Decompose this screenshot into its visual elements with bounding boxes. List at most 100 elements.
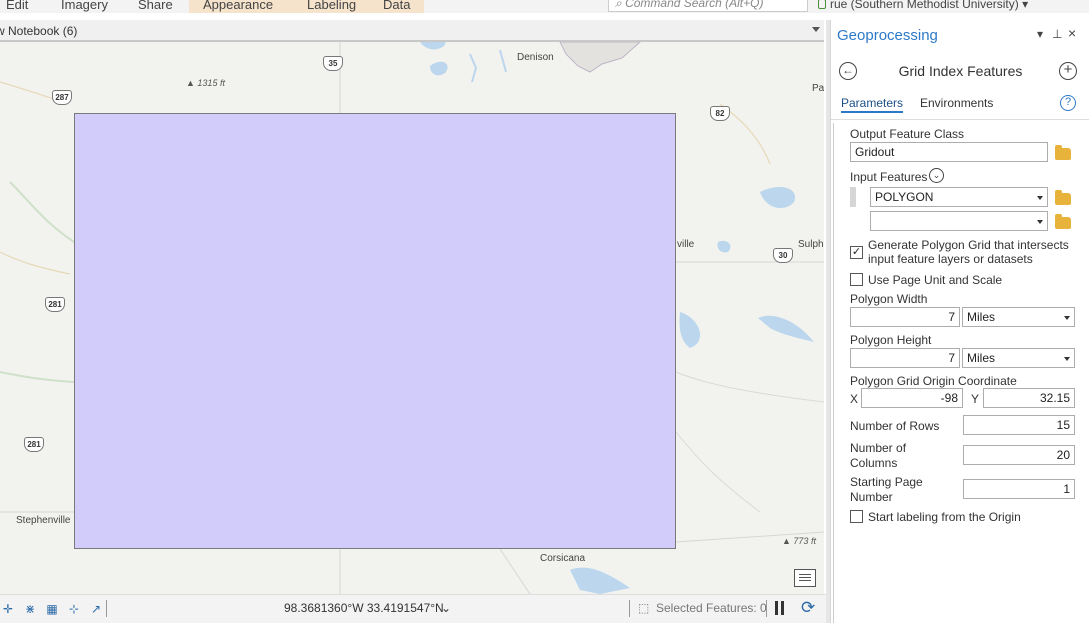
refresh-icon[interactable]: ⟳: [801, 598, 815, 618]
parameter-gutter: [833, 123, 834, 623]
add-icon[interactable]: +: [1059, 62, 1077, 80]
close-icon[interactable]: ×: [1068, 25, 1076, 41]
map-view[interactable]: Denison Stephenville Corsicana ville Sul…: [0, 42, 824, 594]
user-account[interactable]: rue (Southern Methodist University) ▾: [818, 0, 1028, 13]
north-arrow-icon[interactable]: ↗: [88, 602, 104, 616]
polygon-width-input[interactable]: 7: [850, 307, 960, 327]
place-label-ville: ville: [677, 239, 695, 250]
tab-share[interactable]: Share: [124, 0, 187, 13]
chevron-down-icon: ▾: [1022, 0, 1029, 11]
selected-features-count[interactable]: Selected Features: 0: [656, 601, 767, 615]
columns-input[interactable]: 20: [963, 445, 1075, 465]
tab-edit[interactable]: Edit: [0, 0, 42, 13]
tab-environments[interactable]: Environments: [920, 96, 993, 110]
tab-appearance[interactable]: Appearance: [189, 0, 293, 13]
route-shield: 35: [323, 56, 343, 71]
selection-icon: ⬚: [638, 601, 650, 615]
elevation-label: ▲ 773 ft: [782, 536, 816, 546]
origin-x-label: X: [850, 392, 859, 406]
use-page-unit-checkbox[interactable]: [850, 273, 863, 286]
attribute-table-button[interactable]: [794, 569, 816, 587]
chevron-down-icon[interactable]: ⌄: [929, 168, 944, 183]
geoprocessing-pane: Geoprocessing ▾ ⊥ × ← Grid Index Feature…: [830, 20, 1089, 623]
folder-icon[interactable]: [1055, 190, 1071, 205]
tab-parameters[interactable]: Parameters: [841, 96, 904, 113]
status-separator: [629, 600, 630, 617]
input-features-select-2[interactable]: [870, 211, 1048, 231]
use-page-unit-label: Use Page Unit and Scale: [868, 273, 1003, 287]
origin-x-input[interactable]: -98: [861, 388, 963, 408]
snapping-icon[interactable]: ⋇: [22, 602, 38, 616]
arcgis-pro-window: Edit Imagery Share Appearance Labeling D…: [0, 0, 1089, 623]
pane-title: Geoprocessing: [837, 27, 938, 44]
place-label-denison: Denison: [517, 52, 554, 63]
scale-icon[interactable]: ✛: [0, 602, 16, 616]
pane-options-icon[interactable]: ▾: [1037, 27, 1043, 41]
tab-overflow-icon[interactable]: [812, 27, 820, 32]
ribbon-tabs: Edit Imagery Share Appearance Labeling D…: [0, 0, 1089, 13]
map-view-tab[interactable]: w Notebook (6): [0, 24, 77, 38]
output-feature-class-input[interactable]: Gridout: [850, 142, 1048, 162]
input-features-label: Input Features: [850, 170, 928, 184]
place-label-sulph: Sulph: [798, 239, 824, 250]
tool-title: Grid Index Features: [898, 63, 1023, 79]
polygon-height-unit: Miles: [967, 351, 996, 365]
grid-polygon-feature[interactable]: [74, 113, 676, 549]
route-shield: 281: [45, 297, 65, 312]
label-from-origin-checkbox[interactable]: [850, 510, 863, 523]
place-label-corsicana: Corsicana: [540, 553, 586, 564]
dropdown-arrow-icon: [1064, 316, 1070, 320]
grid-icon[interactable]: ▦: [44, 602, 60, 616]
chevron-down-icon: ⌄: [441, 601, 452, 615]
polygon-height-unit-select[interactable]: Miles: [962, 348, 1075, 368]
dropdown-arrow-icon: [1037, 220, 1043, 224]
label-from-origin-label: Start labeling from the Origin: [868, 510, 1021, 524]
command-search-input[interactable]: ⌕ Command Search (Alt+Q): [608, 0, 808, 12]
polygon-width-label: Polygon Width: [850, 292, 928, 306]
command-search-placeholder: Command Search (Alt+Q): [625, 0, 764, 10]
tab-imagery[interactable]: Imagery: [47, 0, 122, 13]
map-view-tab-bar: w Notebook (6): [0, 20, 824, 42]
coordinate-readout: 98.3681360°W 33.4191547°N: [284, 601, 444, 615]
dropdown-arrow-icon: [1037, 196, 1043, 200]
polygon-width-unit: Miles: [967, 310, 996, 324]
origin-y-input[interactable]: 32.15: [983, 388, 1075, 408]
input-features-value-1: POLYGON: [875, 190, 934, 204]
search-icon: ⌕: [615, 0, 626, 10]
constraint-icon[interactable]: ⊹: [66, 602, 82, 616]
license-icon: [818, 0, 826, 9]
coordinate-format-dropdown[interactable]: ⌄: [441, 601, 451, 615]
tab-labeling[interactable]: Labeling: [293, 0, 369, 13]
route-shield: 82: [710, 106, 730, 121]
navigation-tools: ✛ ⋇ ▦ ⊹ ↗: [0, 601, 104, 617]
place-label-pa: Pa: [812, 83, 824, 94]
user-name: rue (Southern Methodist University): [830, 0, 1019, 11]
starting-page-input[interactable]: 1: [963, 479, 1075, 499]
status-separator: [766, 600, 767, 617]
output-feature-class-label: Output Feature Class: [850, 127, 965, 141]
route-shield: 281: [24, 437, 44, 452]
elevation-label: ▲ 1315 ft: [186, 78, 225, 88]
folder-icon[interactable]: [1055, 145, 1071, 160]
pause-drawing-button[interactable]: [774, 601, 786, 615]
input-features-select-1[interactable]: POLYGON: [870, 187, 1048, 207]
rows-label: Number of Rows: [850, 419, 940, 433]
help-icon[interactable]: ?: [1060, 95, 1076, 111]
status-separator: [106, 600, 107, 617]
polygon-height-input[interactable]: 7: [850, 348, 960, 368]
route-shield: 30: [773, 248, 793, 263]
generate-polygon-grid-label: Generate Polygon Grid that intersects in…: [868, 238, 1069, 266]
folder-icon[interactable]: [1055, 214, 1071, 229]
pin-icon[interactable]: ⊥: [1052, 27, 1062, 41]
place-label-stephenville: Stephenville: [16, 515, 71, 526]
tabs-divider: [831, 119, 1089, 120]
reorder-handle[interactable]: [850, 187, 856, 207]
columns-label: Number of Columns: [850, 441, 907, 470]
dropdown-arrow-icon: [1064, 357, 1070, 361]
generate-polygon-grid-checkbox[interactable]: ✓: [850, 246, 863, 259]
polygon-width-unit-select[interactable]: Miles: [962, 307, 1075, 327]
tab-data[interactable]: Data: [369, 0, 424, 13]
polygon-height-label: Polygon Height: [850, 333, 932, 347]
rows-input[interactable]: 15: [963, 415, 1075, 435]
route-shield: 287: [52, 90, 72, 105]
